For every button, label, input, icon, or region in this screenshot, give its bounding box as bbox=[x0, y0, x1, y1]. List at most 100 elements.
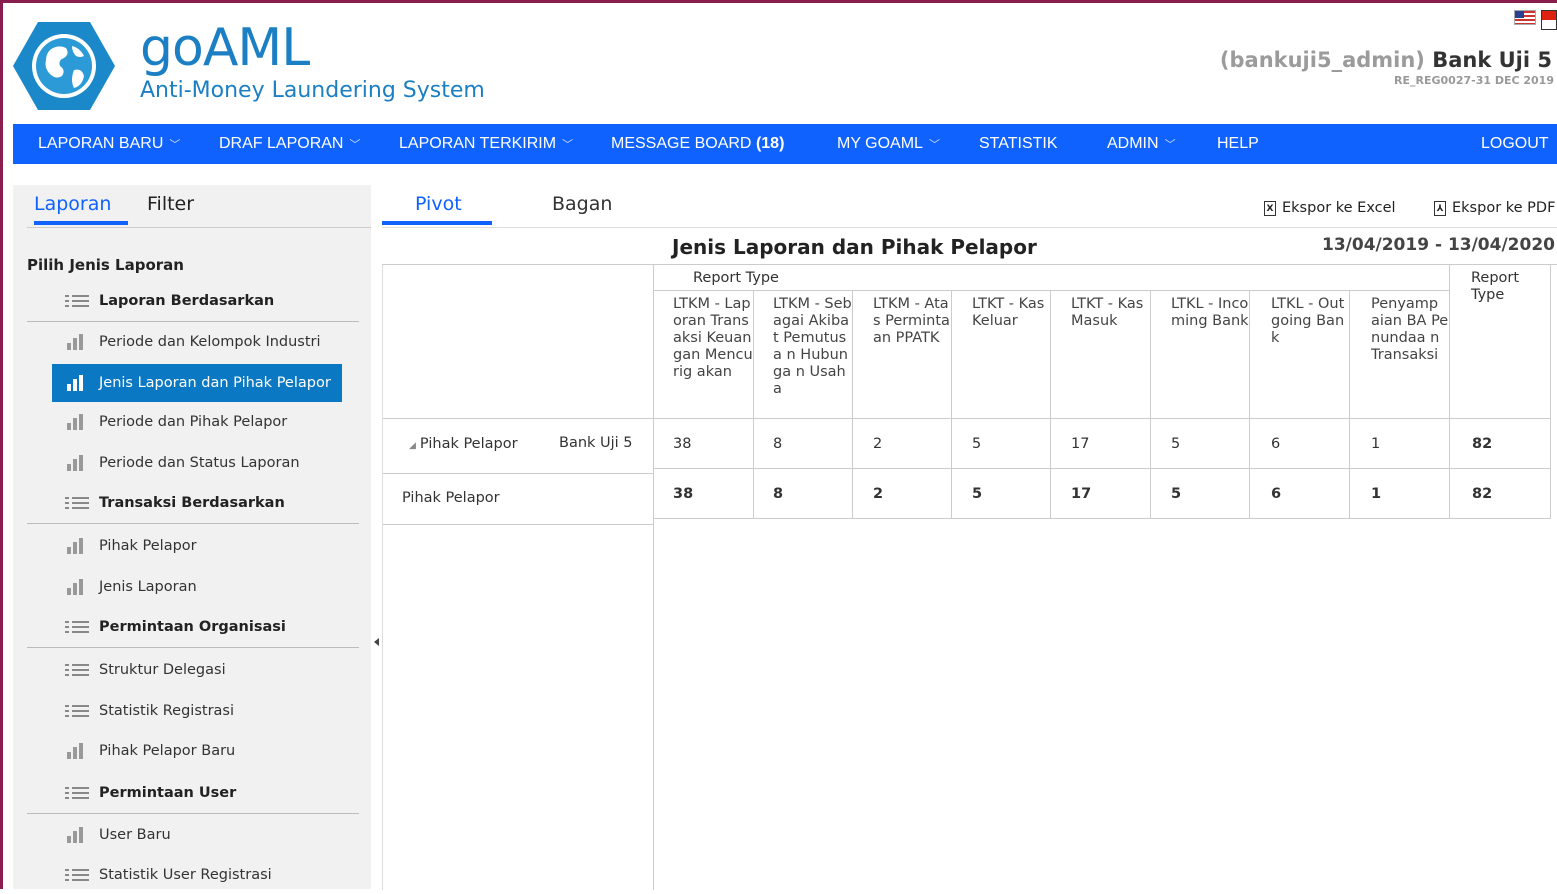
nav-laporan-terkirim[interactable]: LAPORAN TERKIRIM ﹀ bbox=[399, 135, 573, 153]
main-nav: LAPORAN BARU ﹀ DRAF LAPORAN ﹀ LAPORAN TERK… bbox=[13, 124, 1557, 164]
menu-item-statistik-user-registrasi[interactable]: Statistik User Registrasi bbox=[27, 856, 357, 894]
brand-subtitle: Anti-Money Laundering System bbox=[140, 78, 485, 103]
chevron-down-icon: ﹀ bbox=[562, 139, 574, 151]
nav-logout[interactable]: LOGOUT bbox=[1481, 135, 1549, 153]
bar-chart-icon bbox=[65, 414, 89, 430]
menu-item-periode-kelompok-industri[interactable]: Periode dan Kelompok Industri bbox=[27, 323, 357, 361]
nav-my-goaml[interactable]: MY GOAML ﹀ bbox=[837, 135, 940, 153]
menu-group-permintaan-user[interactable]: Permintaan User bbox=[27, 774, 359, 814]
collapse-panel-arrow-icon[interactable] bbox=[374, 638, 379, 646]
report-title: Jenis Laporan dan Pihak Pelapor bbox=[672, 235, 1037, 259]
pivot-cell: 38 bbox=[673, 436, 692, 452]
bar-chart-icon bbox=[65, 827, 89, 843]
pivot-row-headers: ◢ Pihak Pelapor Bank Uji 5 Pihak Pelapor bbox=[382, 265, 654, 890]
section-title: Pilih Jenis Laporan bbox=[27, 256, 184, 274]
list-icon bbox=[65, 867, 89, 883]
report-date-range: 13/04/2019 - 13/04/2020 bbox=[1322, 235, 1555, 255]
brand-name: goAML bbox=[140, 18, 310, 78]
list-icon bbox=[65, 703, 89, 719]
pivot-total-cell: 1 bbox=[1371, 486, 1382, 502]
bank-name: Bank Uji 5 bbox=[1432, 48, 1552, 72]
nav-statistik[interactable]: STATISTIK bbox=[979, 135, 1058, 153]
grand-total-label: Pihak Pelapor bbox=[402, 490, 500, 506]
pivot-total-cell: 6 bbox=[1271, 486, 1282, 502]
tab-laporan[interactable]: Laporan bbox=[34, 193, 111, 215]
bar-chart-icon bbox=[65, 375, 89, 391]
chevron-down-icon: ﹀ bbox=[928, 139, 940, 151]
column-header: LTKM - Sebagai Akibat Pemutusa n Hubunga… bbox=[773, 296, 852, 397]
chevron-down-icon: ﹀ bbox=[169, 139, 181, 151]
user-info: (bankuji5_admin) Bank Uji 5 bbox=[1220, 48, 1552, 72]
nav-help[interactable]: HELP bbox=[1217, 135, 1259, 153]
message-count-badge: (18) bbox=[755, 135, 785, 152]
column-header: LTKT - Kas Keluar bbox=[972, 296, 1045, 329]
row-member-bank: Bank Uji 5 bbox=[559, 435, 633, 451]
menu-item-pihak-pelapor[interactable]: Pihak Pelapor bbox=[27, 527, 357, 565]
brand: goAML Anti-Money Laundering System bbox=[140, 20, 485, 103]
column-header: LTKL - Incoming Bank bbox=[1171, 296, 1249, 329]
pivot-total-cell: 8 bbox=[773, 486, 784, 502]
bar-chart-icon bbox=[65, 579, 89, 595]
tab-pivot[interactable]: Pivot bbox=[415, 193, 462, 215]
menu-item-jenis-laporan-pihak-pelapor[interactable]: Jenis Laporan dan Pihak Pelapor bbox=[52, 364, 342, 402]
nav-draf-laporan[interactable]: DRAF LAPORAN ﹀ bbox=[219, 135, 360, 153]
bar-chart-icon bbox=[65, 743, 89, 759]
registration-period: RE_REG0027-31 DEC 2019 bbox=[1394, 74, 1554, 87]
expand-triangle-icon[interactable]: ◢ bbox=[409, 441, 416, 451]
pdf-file-icon: ⅄ bbox=[1434, 200, 1446, 216]
pivot-cell: 5 bbox=[1171, 436, 1181, 452]
column-header: LTKL - Outgoing Bank bbox=[1271, 296, 1345, 346]
menu-item-periode-status-laporan[interactable]: Periode dan Status Laporan bbox=[27, 444, 357, 482]
column-header: LTKM - Atas Perminta an PPATK bbox=[873, 296, 950, 346]
pivot-cell: 2 bbox=[873, 436, 883, 452]
nav-laporan-baru[interactable]: LAPORAN BARU ﹀ bbox=[38, 135, 180, 153]
menu-item-jenis-laporan[interactable]: Jenis Laporan bbox=[27, 568, 357, 606]
pivot-table: ◢ Pihak Pelapor Bank Uji 5 Pihak Pelapor … bbox=[382, 264, 1557, 890]
excel-file-icon: X bbox=[1264, 200, 1276, 216]
menu-item-periode-pihak-pelapor[interactable]: Periode dan Pihak Pelapor bbox=[27, 403, 357, 441]
pivot-total-cell: 5 bbox=[1171, 486, 1182, 502]
nav-message-board[interactable]: MESSAGE BOARD (18) bbox=[611, 135, 784, 153]
pivot-cell: 8 bbox=[773, 436, 783, 452]
menu-item-statistik-registrasi[interactable]: Statistik Registrasi bbox=[27, 692, 357, 730]
left-tabs: Laporan Filter bbox=[27, 185, 371, 228]
chevron-down-icon: ﹀ bbox=[1164, 139, 1176, 151]
export-pdf-button[interactable]: ⅄ Ekspor ke PDF bbox=[1434, 200, 1555, 216]
tab-bagan[interactable]: Bagan bbox=[552, 193, 612, 215]
pivot-grand-total: 82 bbox=[1472, 486, 1493, 502]
menu-item-pihak-pelapor-baru[interactable]: Pihak Pelapor Baru bbox=[27, 732, 357, 770]
list-icon bbox=[65, 619, 89, 635]
language-flags bbox=[1514, 10, 1557, 30]
pivot-cell: 5 bbox=[972, 436, 982, 452]
pivot-cell: 17 bbox=[1071, 436, 1090, 452]
menu-group-transaksi-berdasarkan[interactable]: Transaksi Berdasarkan bbox=[27, 484, 359, 524]
list-icon bbox=[65, 662, 89, 678]
tab-filter[interactable]: Filter bbox=[147, 193, 194, 215]
column-group-header: Report Type bbox=[693, 270, 779, 286]
list-icon bbox=[65, 495, 89, 511]
english-flag-icon[interactable] bbox=[1514, 10, 1536, 25]
row-group-pihak-pelapor[interactable]: ◢ Pihak Pelapor bbox=[409, 436, 518, 452]
column-header: LTKT - Kas Masuk bbox=[1071, 296, 1144, 329]
total-column-header: Report Type bbox=[1471, 270, 1520, 303]
pivot-row-total: 82 bbox=[1472, 436, 1493, 452]
bar-chart-icon bbox=[65, 538, 89, 554]
list-icon bbox=[65, 293, 89, 309]
nav-admin[interactable]: ADMIN ﹀ bbox=[1107, 135, 1176, 153]
right-panel: Pivot Bagan X Ekspor ke Excel ⅄ Ekspor ke … bbox=[382, 185, 1557, 890]
bar-chart-icon bbox=[65, 334, 89, 350]
menu-item-struktur-delegasi[interactable]: Struktur Delegasi bbox=[27, 651, 357, 689]
menu-group-permintaan-organisasi[interactable]: Permintaan Organisasi bbox=[27, 608, 359, 648]
export-excel-button[interactable]: X Ekspor ke Excel bbox=[1264, 200, 1396, 216]
pivot-cell: 1 bbox=[1371, 436, 1381, 452]
pivot-total-cell: 38 bbox=[673, 486, 694, 502]
active-tab-indicator bbox=[34, 221, 128, 225]
pivot-total-cell: 5 bbox=[972, 486, 983, 502]
pivot-total-cell: 2 bbox=[873, 486, 884, 502]
view-tabs: Pivot Bagan X Ekspor ke Excel ⅄ Ekspor ke … bbox=[382, 185, 1557, 228]
bar-chart-icon bbox=[65, 455, 89, 471]
goaml-globe-logo bbox=[12, 20, 116, 112]
menu-item-user-baru[interactable]: User Baru bbox=[27, 816, 357, 854]
indonesian-flag-icon[interactable] bbox=[1541, 10, 1557, 30]
menu-group-laporan-berdasarkan[interactable]: Laporan Berdasarkan bbox=[27, 282, 359, 322]
